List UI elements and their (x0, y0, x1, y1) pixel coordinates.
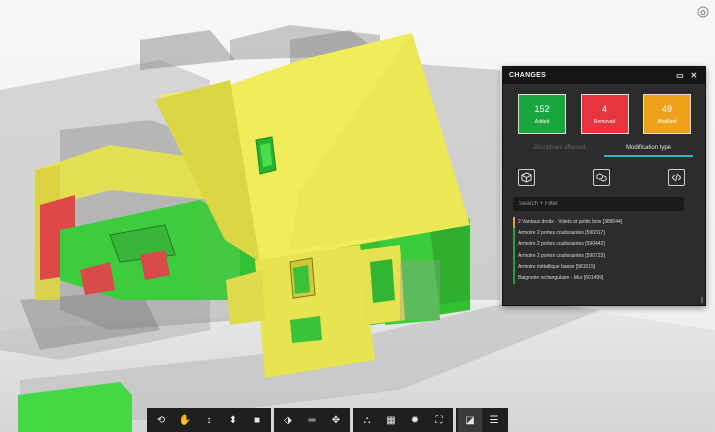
zoom-icon[interactable]: ↕ (197, 408, 221, 432)
cube-link-icon[interactable] (593, 169, 610, 186)
added-label: Added (534, 118, 550, 125)
properties-icon[interactable]: ▦ (379, 408, 403, 432)
modified-count: 49 (661, 103, 672, 114)
orbit-icon[interactable]: ⟲ (149, 408, 173, 432)
list-item[interactable]: Baignoire rectangulaire - Mur [601499] (513, 272, 699, 285)
close-icon[interactable]: ✕ (689, 71, 699, 81)
walk-icon[interactable]: ⬍ (221, 408, 245, 432)
minimize-icon[interactable]: ▭ (675, 71, 685, 81)
removed-count-card[interactable]: 4 Removed (580, 94, 629, 134)
explode-icon[interactable]: ✥ (324, 408, 348, 432)
fullscreen-icon[interactable]: ⛶ (427, 408, 451, 432)
changes-panel-header: CHANGES ▭ ✕ (503, 67, 705, 84)
change-summary: 152 Added 4 Removed 49 Modified (503, 84, 705, 134)
changes-panel-title: CHANGES (509, 72, 547, 79)
removed-count: 4 (601, 103, 607, 114)
added-count-card[interactable]: 152 Added (518, 94, 566, 134)
modified-label: Modified (657, 118, 677, 125)
pan-icon[interactable]: ✋ (173, 408, 197, 432)
tab-modification-type[interactable]: Modification type (604, 141, 693, 157)
code-icon[interactable] (668, 169, 685, 186)
model-tools: ⛬ ▦ ✹ ⛶ (353, 408, 453, 432)
modification-type-filters (503, 157, 705, 186)
compare-icon[interactable]: ◪ (458, 408, 482, 432)
camera-icon[interactable]: ■ (245, 408, 269, 432)
change-tabs: Disciplines affected Modification type (515, 141, 693, 157)
section-icon[interactable]: ⬗ (276, 408, 300, 432)
cube-icon[interactable] (518, 169, 535, 186)
list-item[interactable]: 2 Vantaux droits - Volets et petits bois… (513, 217, 699, 229)
list-item[interactable]: Armoire 2 portes coulissantes [590442] (513, 239, 699, 251)
list-item[interactable]: Armoire 2 portes coulissantes [590317] (513, 228, 699, 240)
measure-icon[interactable]: ═ (300, 408, 324, 432)
extension-tools: ◪ ☰ (456, 408, 508, 432)
list-scrollbar[interactable] (701, 297, 703, 303)
list-item[interactable]: Armoire 2 portes coulissantes [590723] (513, 250, 699, 262)
levels-icon[interactable]: ☰ (482, 408, 506, 432)
search-filter-input[interactable] (513, 197, 684, 211)
removed-label: Removed (593, 118, 616, 125)
modified-count-card[interactable]: 49 Modified (643, 94, 691, 134)
changes-panel: CHANGES ▭ ✕ 152 Added 4 Removed 49 Modif… (502, 66, 706, 306)
viewer-toolbar: ⟲ ✋ ↕ ⬍ ■ ⬗ ═ ✥ ⛬ ▦ ✹ ⛶ ◪ ☰ (147, 408, 511, 432)
tab-disciplines-affected[interactable]: Disciplines affected (515, 141, 604, 157)
model-tree-icon[interactable]: ⛬ (355, 408, 379, 432)
settings-icon[interactable]: ✹ (403, 408, 427, 432)
list-item[interactable]: Armoire métallique basse [581515] (513, 261, 699, 273)
home-view-icon[interactable] (697, 6, 709, 18)
changes-list: 2 Vantaux droits - Volets et petits bois… (513, 217, 699, 285)
analysis-tools: ⬗ ═ ✥ (274, 408, 350, 432)
navigation-tools: ⟲ ✋ ↕ ⬍ ■ (147, 408, 271, 432)
added-count: 152 (534, 103, 550, 114)
